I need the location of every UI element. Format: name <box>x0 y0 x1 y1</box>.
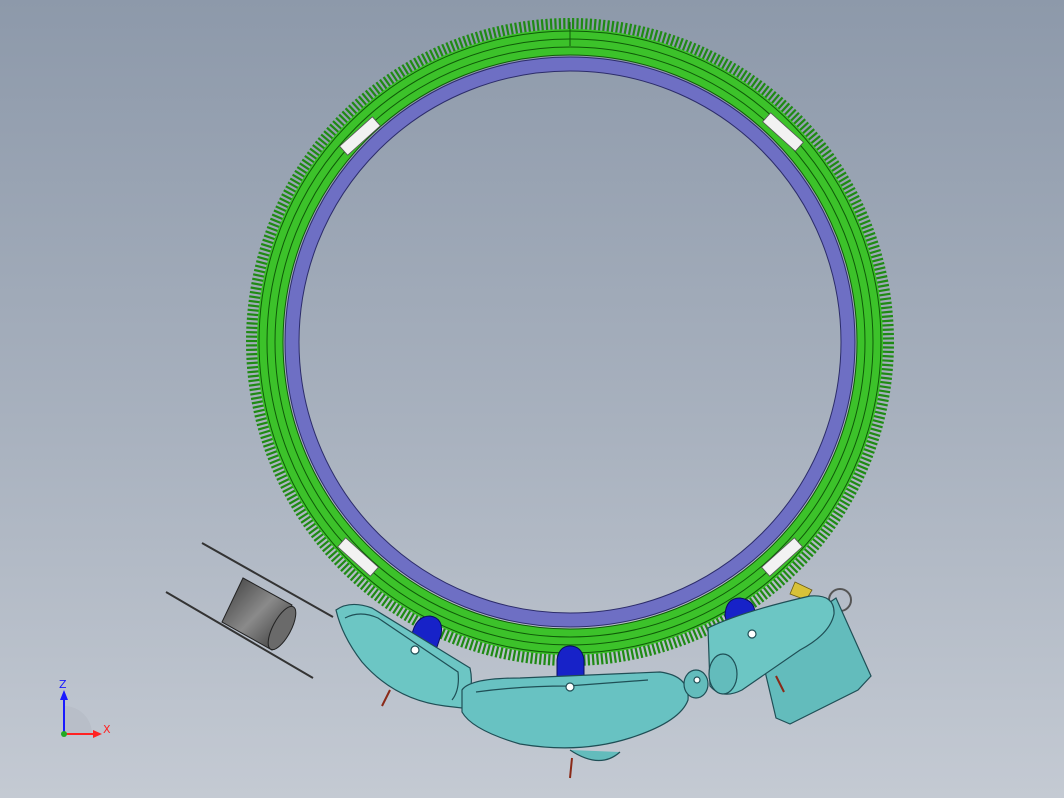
triad-quadrant <box>64 706 92 734</box>
assembly-model <box>165 18 894 779</box>
linkage-joint <box>708 653 738 695</box>
z-axis-arrow <box>60 690 68 700</box>
torch-tip <box>381 689 391 707</box>
x-axis-label: X <box>103 723 111 736</box>
center-shoe <box>461 671 689 749</box>
x-axis-arrow <box>93 730 102 738</box>
wire-spool[interactable] <box>165 542 334 679</box>
inner-ring[interactable] <box>284 56 856 628</box>
linkage-joint <box>683 669 709 699</box>
z-axis-label: Z <box>59 678 67 691</box>
gear-ring[interactable] <box>246 18 894 666</box>
y-axis-origin <box>61 731 67 737</box>
clamp-pads <box>337 112 804 577</box>
pivot-pin <box>747 629 757 639</box>
center-shoe-tail <box>569 749 621 762</box>
inner-ring-inner-edge <box>298 70 842 614</box>
inner-ring-body <box>285 57 855 627</box>
axis-triad: Z X <box>50 676 120 746</box>
torch-tip <box>569 757 573 779</box>
cad-viewport[interactable]: Z X <box>0 0 1064 798</box>
triad-graphic: Z X <box>59 678 111 738</box>
pivot-pin <box>410 645 420 655</box>
pivot-pin <box>693 676 701 684</box>
gear-teeth <box>246 18 894 666</box>
pivot-pin <box>565 682 575 692</box>
